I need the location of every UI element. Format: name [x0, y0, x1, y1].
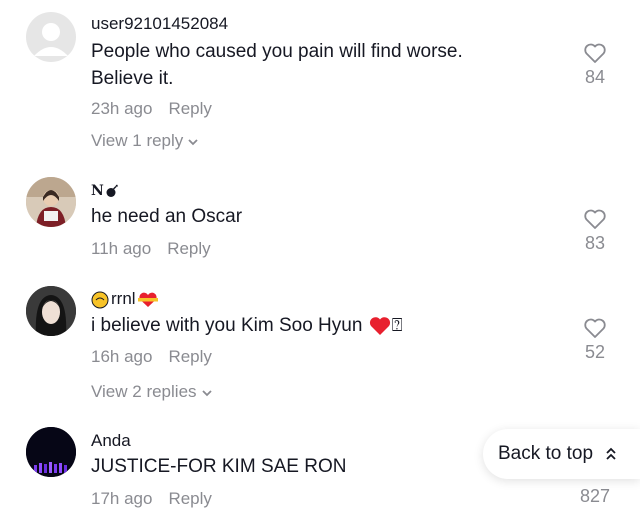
comment-text-line: he need an Oscar: [91, 206, 243, 227]
comment-text: People who caused you pain will find wor…: [91, 38, 463, 92]
comment-item: user92101452084 People who caused you pa…: [0, 0, 640, 170]
heart-ribbon-emoji-icon: [137, 292, 158, 307]
comment-text-line: i believe with you Kim Soo Hyun ⍰: [91, 312, 403, 339]
red-heart-emoji-icon: [369, 317, 390, 335]
reply-button[interactable]: Reply: [168, 99, 211, 118]
comment-meta: 17h ago Reply: [91, 489, 212, 509]
comment-time: 23h ago: [91, 99, 153, 118]
view-replies-button[interactable]: View 2 replies: [91, 382, 213, 402]
comment-item: rrnl i believe with you Kim Soo Hyun ⍰ 1…: [0, 280, 640, 420]
like-count: 83: [584, 233, 606, 253]
view-replies-label: View 1 reply: [91, 131, 184, 150]
comment-time: 11h ago: [91, 239, 152, 258]
double-chevron-up-icon: [606, 447, 616, 460]
comment-username[interactable]: N: [91, 180, 119, 200]
avatar-photo: [26, 286, 76, 336]
like-count: 52: [584, 342, 606, 362]
comment-text-line: Believe it.: [91, 68, 174, 89]
comment-text: he need an Oscar: [91, 203, 242, 230]
comment-text-line: People who caused you pain will find wor…: [91, 41, 463, 62]
comment-meta: 23h ago Reply: [91, 99, 212, 119]
comment-username-text: rrnl: [111, 289, 136, 308]
back-to-top-button[interactable]: Back to top: [483, 429, 640, 479]
comment-text-line: JUSTICE-FOR KIM SAE RON: [91, 456, 347, 477]
avatar[interactable]: [26, 427, 76, 477]
heart-icon[interactable]: [583, 42, 607, 64]
heart-icon[interactable]: [583, 208, 607, 230]
view-replies-button[interactable]: View 1 reply: [91, 131, 199, 151]
reply-button[interactable]: Reply: [167, 239, 210, 258]
avatar[interactable]: [26, 177, 76, 227]
comment-time: 17h ago: [91, 489, 153, 508]
like-count: 84: [584, 67, 606, 87]
chevron-down-icon: [201, 389, 212, 396]
comment-username[interactable]: user92101452084: [91, 14, 228, 34]
comment-text-content: i believe with you Kim Soo Hyun: [91, 315, 363, 336]
missing-glyph-icon: ⍰: [391, 315, 403, 336]
comment-time: 16h ago: [91, 347, 153, 366]
like-area: 52: [580, 317, 610, 363]
avatar-photo: [26, 427, 76, 477]
comment-username-text: N: [91, 183, 104, 199]
like-count: 827: [580, 486, 611, 506]
avatar[interactable]: [26, 286, 76, 336]
like-area: 84: [580, 42, 610, 88]
comment-text: i believe with you Kim Soo Hyun ⍰: [91, 312, 403, 339]
comment-text: JUSTICE-FOR KIM SAE RON: [91, 453, 346, 480]
bomb-emoji-icon: [106, 184, 118, 197]
heart-icon[interactable]: [583, 317, 607, 339]
comment-username[interactable]: Anda: [91, 431, 131, 451]
avatar-photo: [26, 177, 76, 227]
comment-meta: 16h ago Reply: [91, 347, 212, 367]
view-replies-label: View 2 replies: [91, 382, 197, 401]
comment-username[interactable]: rrnl: [91, 289, 159, 309]
like-area: 83: [580, 208, 610, 254]
default-avatar-icon: [34, 23, 68, 56]
reply-button[interactable]: Reply: [168, 489, 211, 508]
comment-item: N he need an Oscar 11h ago Reply 83: [0, 170, 640, 280]
sun-emoji-icon: [91, 291, 109, 309]
back-to-top-label: Back to top: [498, 443, 594, 464]
avatar[interactable]: [26, 12, 76, 62]
comment-meta: 11h ago Reply: [91, 239, 211, 259]
like-area: 827: [580, 483, 610, 507]
chevron-down-icon: [188, 138, 198, 145]
reply-button[interactable]: Reply: [168, 347, 211, 366]
